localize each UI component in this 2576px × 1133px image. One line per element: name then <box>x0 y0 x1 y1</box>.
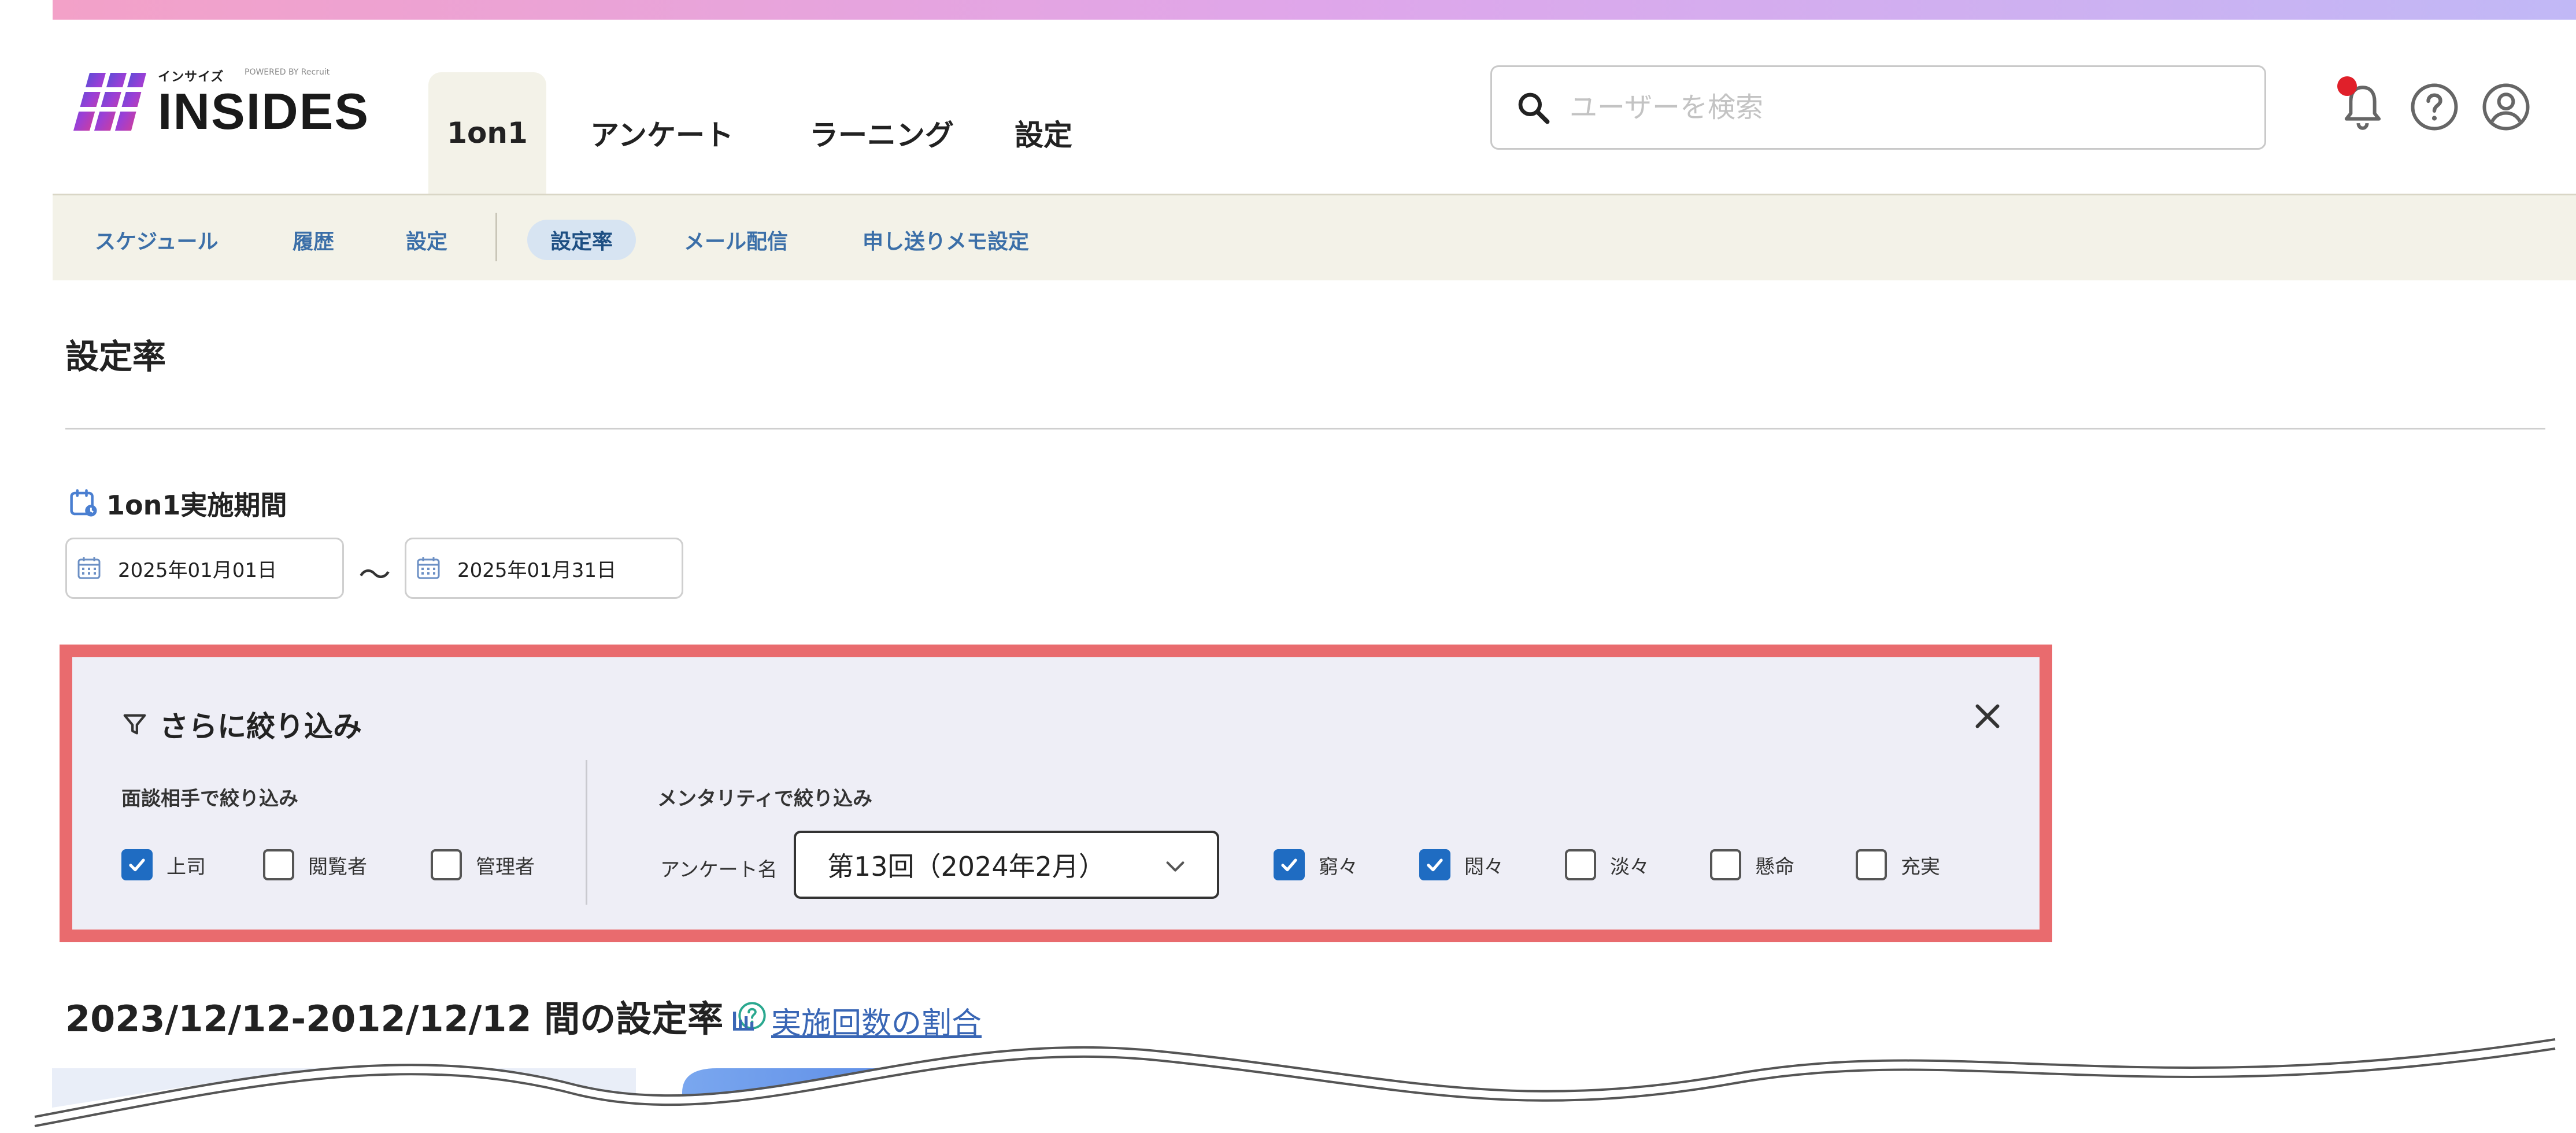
checkbox-label: 窮々 <box>1319 855 1358 879</box>
close-icon[interactable] <box>1970 699 2005 734</box>
search-input[interactable] <box>1570 91 2205 124</box>
checkbox-box[interactable] <box>121 849 153 880</box>
checkbox-boss[interactable]: 上司 <box>121 849 206 880</box>
subnav-history[interactable]: 履歴 <box>293 220 334 260</box>
subnav-divider <box>495 213 497 261</box>
title-divider <box>65 428 2545 429</box>
checkbox-viewer[interactable]: 閲覧者 <box>263 849 367 880</box>
account-icon[interactable] <box>2480 81 2532 133</box>
calendar-icon <box>77 557 101 579</box>
subnav-handover-memo-settings[interactable]: 申し送りメモ設定 <box>863 220 1029 260</box>
subnav-label: 履歴 <box>293 230 335 254</box>
tab-label: 設定 <box>1015 119 1072 152</box>
checkbox-box[interactable] <box>263 849 294 880</box>
subnav-label: スケジュール <box>95 230 219 254</box>
subnav-label: 設定率 <box>550 230 613 254</box>
survey-select-value: 第13回（2024年2月） <box>827 851 1105 882</box>
top-gradient-stripe <box>53 0 2576 20</box>
checkbox-box[interactable] <box>1565 849 1596 880</box>
survey-name-label: アンケート名 <box>660 858 778 882</box>
checkbox-label: 懸命 <box>1755 855 1794 879</box>
torn-edge-decoration <box>0 1038 2576 1133</box>
end-date-value: 2025年01月31日 <box>457 558 617 582</box>
tab-survey[interactable]: アンケート <box>578 72 746 194</box>
subnav-label: 申し送りメモ設定 <box>863 230 1030 254</box>
check-icon <box>1427 858 1443 872</box>
tab-1on1[interactable]: 1on1 <box>428 72 546 194</box>
notification-badge <box>2337 76 2357 96</box>
filter-icon <box>123 714 146 735</box>
checkbox-label: 悶々 <box>1464 855 1504 879</box>
checkbox-label: 淡々 <box>1610 855 1649 879</box>
checkbox-label: 上司 <box>166 855 206 879</box>
calendar-clock-icon <box>70 489 97 517</box>
checkbox-box[interactable] <box>1419 849 1450 880</box>
checkbox-label: 充実 <box>1901 855 1940 879</box>
checkbox-box[interactable] <box>1274 849 1305 880</box>
tab-label: アンケート <box>590 119 734 152</box>
filter-panel: さらに絞り込み 面談相手で絞り込み メンタリティで絞り込み 上司 閲覧者 管理者… <box>60 645 2052 942</box>
checkbox-mentality-5[interactable]: 充実 <box>1856 849 1940 880</box>
filter-title-text: さらに絞り込み <box>160 710 362 743</box>
subnav-label: 設定 <box>406 230 448 254</box>
subnav-setting-rate[interactable]: 設定率 <box>527 220 636 260</box>
checkbox-admin[interactable]: 管理者 <box>431 849 535 880</box>
logo-wordmark: INSIDES <box>158 83 370 140</box>
checkbox-mentality-2[interactable]: 悶々 <box>1419 849 1504 880</box>
subnav-label: メール配信 <box>684 230 789 254</box>
checkbox-mentality-4[interactable]: 懸命 <box>1710 849 1794 880</box>
checkbox-box[interactable] <box>431 849 462 880</box>
subnav-mail-delivery[interactable]: メール配信 <box>684 220 788 260</box>
survey-select[interactable]: 第13回（2024年2月） <box>794 831 1219 899</box>
date-range-separator: 〜 <box>358 557 391 594</box>
period-heading: 1on1実施期間 <box>68 484 287 523</box>
calendar-icon <box>417 557 440 579</box>
logo[interactable]: インサイズ POWERED BY Recruit INSIDES <box>72 66 369 137</box>
logo-mark-icon <box>72 73 147 131</box>
tab-learning[interactable]: ラーニング <box>798 72 965 194</box>
checkbox-label: 管理者 <box>476 855 535 879</box>
tab-label: 1on1 <box>447 116 528 150</box>
end-date-field[interactable]: 2025年01月31日 <box>405 538 683 599</box>
filter-title: さらに絞り込み <box>121 704 362 745</box>
subnav-settings[interactable]: 設定 <box>406 220 447 260</box>
subnav-schedule[interactable]: スケジュール <box>95 220 218 260</box>
help-icon[interactable] <box>2408 81 2460 133</box>
checkbox-box[interactable] <box>1856 849 1887 880</box>
filter-divider <box>586 760 587 905</box>
search-icon <box>1518 92 1550 124</box>
check-icon <box>129 858 145 872</box>
mentality-filter-heading: メンタリティで絞り込み <box>657 787 872 810</box>
checkbox-label: 閲覧者 <box>308 855 367 879</box>
start-date-value: 2025年01月01日 <box>118 558 277 582</box>
check-icon <box>1281 858 1297 872</box>
logo-powered-by: POWERED BY Recruit <box>245 68 330 77</box>
partner-filter-heading: 面談相手で絞り込み <box>121 787 298 810</box>
page-title: 設定率 <box>65 337 166 376</box>
checkbox-mentality-1[interactable]: 窮々 <box>1274 849 1358 880</box>
checkbox-mentality-3[interactable]: 淡々 <box>1565 849 1649 880</box>
period-label: 1on1実施期間 <box>106 490 287 521</box>
start-date-field[interactable]: 2025年01月01日 <box>65 538 344 599</box>
checkbox-box[interactable] <box>1710 849 1741 880</box>
user-search[interactable] <box>1490 65 2266 150</box>
tab-label: ラーニング <box>809 119 954 152</box>
chevron-down-icon <box>1166 861 1185 872</box>
tab-settings[interactable]: 設定 <box>1006 72 1081 194</box>
